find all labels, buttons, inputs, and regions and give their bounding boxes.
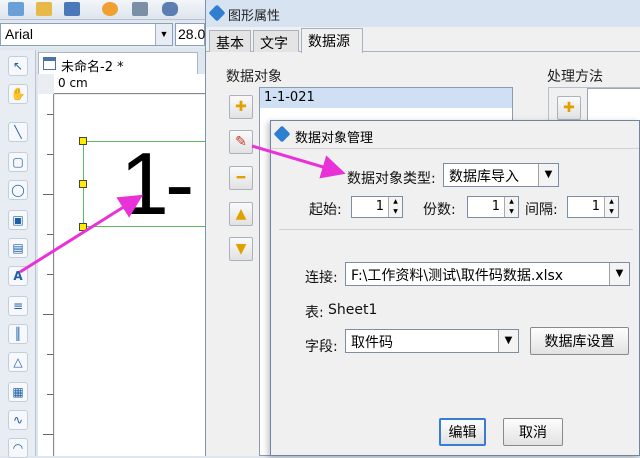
ruler-origin-label: 0 cm xyxy=(58,76,88,90)
chevron-down-icon[interactable]: ▼ xyxy=(609,263,629,285)
tab-label: 基本 xyxy=(216,36,244,52)
edit-data-object-button[interactable]: ✎ xyxy=(229,130,253,154)
app-icon xyxy=(208,4,226,22)
start-value: 1 xyxy=(375,199,384,214)
tool-palette: ↖ ✋ ╲ ▢ ◯ ▣ ▤ A ≡ ║ △ ▦ ∿ ◠ xyxy=(0,50,36,458)
chevron-down-icon[interactable]: ▼ xyxy=(538,164,558,186)
spinner-arrows-icon[interactable]: ▲ ▼ xyxy=(388,197,402,217)
processing-label: 处理方法 xyxy=(547,69,603,85)
type-select[interactable]: 数据库导入 ▼ xyxy=(443,163,559,187)
canvas-text-object[interactable]: 1- xyxy=(120,138,194,230)
arc-tool-icon[interactable]: ◠ xyxy=(8,438,28,458)
font-family-value: Arial xyxy=(5,26,34,42)
main-toolbar xyxy=(0,0,205,20)
rectangle-tool-icon[interactable]: ▢ xyxy=(8,152,28,172)
selection-handle[interactable] xyxy=(79,223,87,231)
settings-icon[interactable] xyxy=(102,2,118,16)
tab-datasource[interactable]: 数据源 xyxy=(301,28,363,53)
connection-select[interactable]: F:\工作资料\测试\取件码数据.xlsx ▼ xyxy=(345,262,630,286)
horizontal-ruler: 0 cm xyxy=(54,74,206,94)
curve-tool-icon[interactable]: ∿ xyxy=(8,410,28,430)
print-icon[interactable] xyxy=(132,2,148,16)
properties-tabs: 基本 文字 数据源 xyxy=(206,27,640,53)
copies-value: 1 xyxy=(491,199,500,214)
cancel-button[interactable]: 取消 xyxy=(503,418,563,446)
interval-label: 间隔: xyxy=(525,202,558,218)
ellipse-tool-icon[interactable]: ◯ xyxy=(8,180,28,200)
table-label: 表: xyxy=(305,305,324,321)
vertical-ruler xyxy=(38,94,54,456)
field-label: 字段: xyxy=(305,339,338,355)
font-family-select[interactable]: Arial ▼ xyxy=(0,23,173,46)
spinner-arrows-icon[interactable]: ▲ ▼ xyxy=(504,197,518,217)
connection-label: 连接: xyxy=(305,270,338,286)
font-size-select[interactable]: 28.0 xyxy=(175,23,205,46)
open-icon[interactable] xyxy=(36,2,52,16)
data-objects-label: 数据对象 xyxy=(226,69,282,85)
properties-title-bar: 图形属性 xyxy=(206,0,640,27)
move-up-button[interactable]: ▲ xyxy=(229,202,253,226)
add-data-object-button[interactable]: ✚ xyxy=(229,95,253,119)
type-value: 数据库导入 xyxy=(449,169,519,185)
barcode-tool-icon[interactable]: ║ xyxy=(8,324,28,344)
picture-tool-icon[interactable]: ▤ xyxy=(8,238,28,258)
spinner-arrows-icon[interactable]: ▲ ▼ xyxy=(604,197,618,217)
app-icon xyxy=(273,125,291,143)
table-value: Sheet1 xyxy=(328,302,378,318)
tab-label: 文字 xyxy=(260,36,288,52)
tab-text[interactable]: 文字 xyxy=(253,30,299,52)
properties-title: 图形属性 xyxy=(228,9,281,24)
database-icon[interactable] xyxy=(162,2,178,16)
interval-value: 1 xyxy=(591,199,600,214)
remove-data-object-button[interactable]: ━ xyxy=(229,166,253,190)
type-label: 数据对象类型: xyxy=(347,171,436,187)
font-bar: Arial ▼ 28.0 xyxy=(0,22,205,48)
new-icon[interactable] xyxy=(8,2,24,16)
shape-tool-icon[interactable]: △ xyxy=(8,352,28,372)
separator xyxy=(279,229,633,230)
start-label: 起始: xyxy=(309,202,342,218)
dialog-title: 数据对象管理 xyxy=(295,131,374,146)
image-tool-icon[interactable]: ▣ xyxy=(8,210,28,230)
chevron-down-icon[interactable]: ▼ xyxy=(498,330,518,352)
interval-spinner[interactable]: 1 ▲ ▼ xyxy=(567,196,619,218)
richtext-tool-icon[interactable]: ≡ xyxy=(8,296,28,316)
selection-handle[interactable] xyxy=(79,137,87,145)
edit-button[interactable]: 编辑 xyxy=(439,418,486,446)
add-processing-button[interactable]: ✚ xyxy=(557,96,581,120)
selection-handle[interactable] xyxy=(79,180,87,188)
database-settings-button[interactable]: 数据库设置 xyxy=(530,327,629,355)
save-icon[interactable] xyxy=(64,2,80,16)
field-value: 取件码 xyxy=(351,335,393,351)
move-down-button[interactable]: ▼ xyxy=(229,237,253,261)
document-icon xyxy=(43,57,56,70)
data-object-dialog: 数据对象管理 数据对象类型: 数据库导入 ▼ 起始: 1 ▲ ▼ 份数: 1 ▲ ▼… xyxy=(270,120,640,456)
copies-spinner[interactable]: 1 ▲ ▼ xyxy=(467,196,519,218)
list-item[interactable]: 1-1-021 xyxy=(260,88,512,108)
font-size-value: 28.0 xyxy=(178,26,206,42)
tab-label: 数据源 xyxy=(308,34,350,50)
dialog-title-bar: 数据对象管理 xyxy=(271,121,639,149)
text-tool-icon[interactable]: A xyxy=(8,266,28,286)
field-select[interactable]: 取件码 ▼ xyxy=(345,329,519,353)
hand-tool-icon[interactable]: ✋ xyxy=(8,84,28,104)
document-tab-title: 未命名-2 * xyxy=(61,60,124,75)
connection-value: F:\工作资料\测试\取件码数据.xlsx xyxy=(351,268,564,284)
start-spinner[interactable]: 1 ▲ ▼ xyxy=(351,196,403,218)
line-tool-icon[interactable]: ╲ xyxy=(8,122,28,142)
document-tab[interactable]: 未命名-2 * xyxy=(38,52,198,75)
pointer-tool-icon[interactable]: ↖ xyxy=(8,56,28,76)
tab-basic[interactable]: 基本 xyxy=(209,30,251,52)
qrcode-tool-icon[interactable]: ▦ xyxy=(8,382,28,402)
copies-label: 份数: xyxy=(423,202,456,218)
chevron-down-icon[interactable]: ▼ xyxy=(155,24,172,45)
